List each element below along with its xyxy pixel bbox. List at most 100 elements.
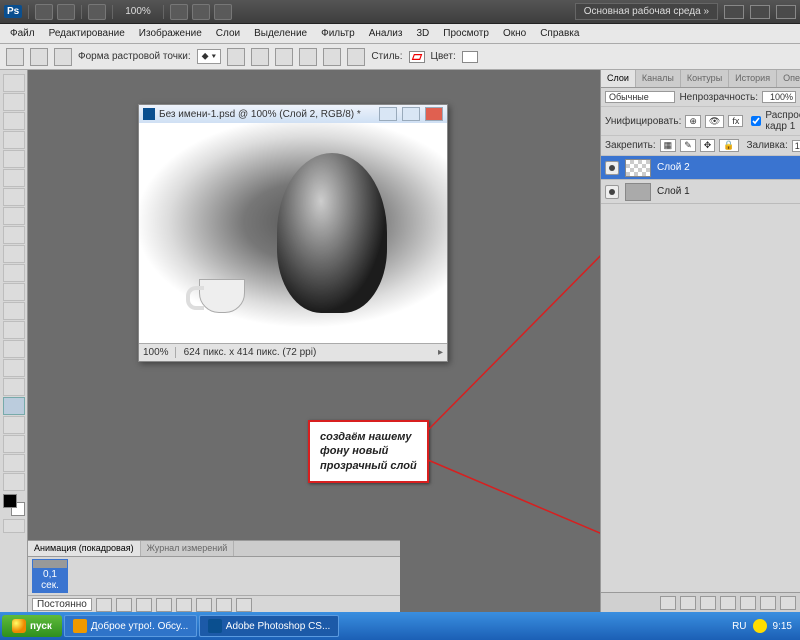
layer-thumb[interactable] xyxy=(625,183,651,201)
loop-dropdown[interactable]: Постоянно xyxy=(32,598,92,611)
tab-channels[interactable]: Каналы xyxy=(636,70,681,87)
visibility-toggle-icon[interactable] xyxy=(605,161,619,175)
tab-measurement-log[interactable]: Журнал измерений xyxy=(141,541,235,556)
screenmode-icon[interactable] xyxy=(214,4,232,20)
quickmask-toggle[interactable] xyxy=(3,519,25,533)
crop-tool[interactable] xyxy=(3,150,25,168)
tray-icon[interactable] xyxy=(753,619,767,633)
document-titlebar[interactable]: Без имени-1.psd @ 100% (Слой 2, RGB/8) * xyxy=(139,105,447,123)
delete-frame-button[interactable] xyxy=(236,598,252,612)
lock-transparency-icon[interactable]: ▦ xyxy=(660,139,677,152)
document-window[interactable]: Без имени-1.psd @ 100% (Слой 2, RGB/8) *… xyxy=(138,104,448,362)
system-tray[interactable]: RU 9:15 xyxy=(726,619,798,633)
current-tool-icon[interactable] xyxy=(6,48,24,66)
move-tool[interactable] xyxy=(3,74,25,92)
stamp-tool[interactable] xyxy=(3,226,25,244)
menu-file[interactable]: Файл xyxy=(4,26,41,41)
quickselect-tool[interactable] xyxy=(3,131,25,149)
menu-image[interactable]: Изображение xyxy=(133,26,208,41)
menu-edit[interactable]: Редактирование xyxy=(43,26,131,41)
tween-button[interactable] xyxy=(196,598,212,612)
halftone-shape-dropdown[interactable]: ⬥ ▾ xyxy=(197,49,222,64)
view-extras-icon[interactable] xyxy=(88,4,106,20)
first-frame-button[interactable] xyxy=(96,598,112,612)
last-frame-button[interactable] xyxy=(176,598,192,612)
lock-pixels-icon[interactable]: ✎ xyxy=(680,139,696,152)
gradient-tool[interactable] xyxy=(3,283,25,301)
document-canvas[interactable] xyxy=(139,123,447,343)
tab-paths[interactable]: Контуры xyxy=(681,70,729,87)
doc-minimize-button[interactable] xyxy=(379,107,397,121)
shape-roundrect-icon[interactable] xyxy=(251,48,269,66)
layer-name[interactable]: Слой 1 xyxy=(657,186,690,197)
layer-row[interactable]: Слой 2 xyxy=(601,156,800,180)
close-button[interactable] xyxy=(776,5,796,19)
shape-geometry-icon[interactable] xyxy=(30,48,48,66)
menu-layers[interactable]: Слои xyxy=(210,26,246,41)
new-layer-button[interactable] xyxy=(760,596,776,610)
3d-tool[interactable] xyxy=(3,416,25,434)
propagate-frame-checkbox[interactable] xyxy=(751,116,761,126)
unify-position-icon[interactable]: ⊕ xyxy=(685,115,701,128)
menu-window[interactable]: Окно xyxy=(497,26,532,41)
shape-rect-icon[interactable] xyxy=(227,48,245,66)
lock-all-icon[interactable]: 🔒 xyxy=(719,139,738,152)
shape-polygon-icon[interactable] xyxy=(299,48,317,66)
marquee-tool[interactable] xyxy=(3,93,25,111)
healing-tool[interactable] xyxy=(3,188,25,206)
maximize-button[interactable] xyxy=(750,5,770,19)
menu-view[interactable]: Просмотр xyxy=(437,26,495,41)
blend-mode-dropdown[interactable]: Обычные xyxy=(605,91,675,103)
layer-style-button[interactable] xyxy=(680,596,696,610)
duplicate-frame-button[interactable] xyxy=(216,598,232,612)
shape-pick-icon[interactable] xyxy=(54,48,72,66)
path-select-tool[interactable] xyxy=(3,378,25,396)
hand-icon[interactable] xyxy=(170,4,188,20)
eraser-tool[interactable] xyxy=(3,264,25,282)
unify-style-icon[interactable]: fx xyxy=(728,115,743,127)
minimize-button[interactable] xyxy=(724,5,744,19)
tab-layers[interactable]: Слои xyxy=(601,70,636,87)
frame-duration[interactable]: 0,1 сек. xyxy=(33,568,67,592)
tab-animation[interactable]: Анимация (покадровая) xyxy=(28,541,141,556)
doc-zoom[interactable]: 100% xyxy=(143,347,176,358)
next-frame-button[interactable] xyxy=(156,598,172,612)
hand-tool[interactable] xyxy=(3,454,25,472)
doc-info[interactable]: 624 пикс. x 414 пикс. (72 ppi) xyxy=(184,347,317,358)
lang-indicator[interactable]: RU xyxy=(732,621,746,632)
brush-tool[interactable] xyxy=(3,207,25,225)
doc-info-arrow-icon[interactable]: ▸ xyxy=(438,347,443,358)
zoom-level[interactable]: 100% xyxy=(125,6,151,17)
fgbg-colors[interactable] xyxy=(3,494,25,516)
delete-layer-button[interactable] xyxy=(780,596,796,610)
shape-line-icon[interactable] xyxy=(323,48,341,66)
dodge-tool[interactable] xyxy=(3,321,25,339)
lock-position-icon[interactable]: ✥ xyxy=(700,139,716,152)
link-layers-button[interactable] xyxy=(660,596,676,610)
shape-ellipse-icon[interactable] xyxy=(275,48,293,66)
type-tool[interactable] xyxy=(3,359,25,377)
blur-tool[interactable] xyxy=(3,302,25,320)
menu-select[interactable]: Выделение xyxy=(248,26,313,41)
play-button[interactable] xyxy=(136,598,152,612)
lasso-tool[interactable] xyxy=(3,112,25,130)
shape-tool[interactable] xyxy=(3,397,25,415)
unify-visibility-icon[interactable]: 👁 xyxy=(705,115,724,128)
eyedropper-tool[interactable] xyxy=(3,169,25,187)
menu-help[interactable]: Справка xyxy=(534,26,585,41)
layer-mask-button[interactable] xyxy=(700,596,716,610)
tab-actions[interactable]: Операции xyxy=(777,70,800,87)
menu-3d[interactable]: 3D xyxy=(410,26,435,41)
layer-row[interactable]: Слой 1 xyxy=(601,180,800,204)
tab-history[interactable]: История xyxy=(729,70,777,87)
workspace-switcher[interactable]: Основная рабочая среда » xyxy=(575,3,718,20)
prev-frame-button[interactable] xyxy=(116,598,132,612)
animation-frame-1[interactable]: 0,1 сек. xyxy=(32,559,68,593)
color-swatch[interactable] xyxy=(462,51,478,63)
zoom-tool[interactable] xyxy=(3,473,25,491)
start-button[interactable]: пуск xyxy=(2,615,62,637)
bridge-icon[interactable] xyxy=(35,4,53,20)
opacity-input[interactable]: 100% xyxy=(762,91,796,103)
taskbar-item[interactable]: Adobe Photoshop CS... xyxy=(199,615,339,637)
doc-close-button[interactable] xyxy=(425,107,443,121)
